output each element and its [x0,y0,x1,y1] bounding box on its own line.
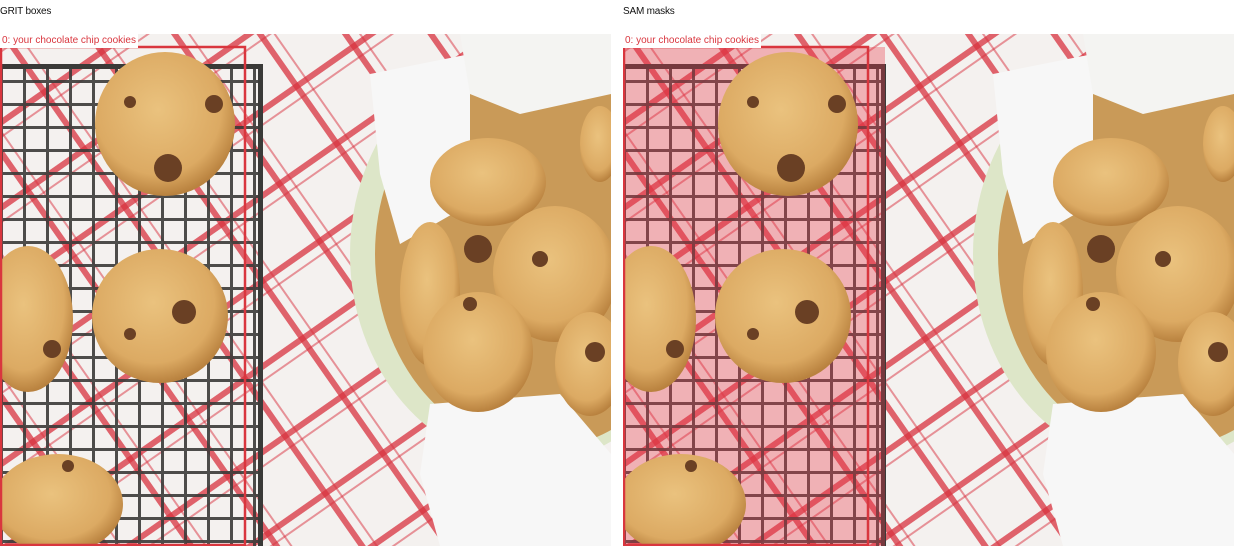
panel-left-title: GRIT boxes [0,6,52,17]
grit-boxes-image [0,34,611,546]
panel-right-title: SAM masks [623,6,675,17]
box-label-right: 0: your chocolate chip cookies [623,34,761,48]
sam-masks-image [623,34,1234,546]
box-label-left: 0: your chocolate chip cookies [0,34,138,48]
